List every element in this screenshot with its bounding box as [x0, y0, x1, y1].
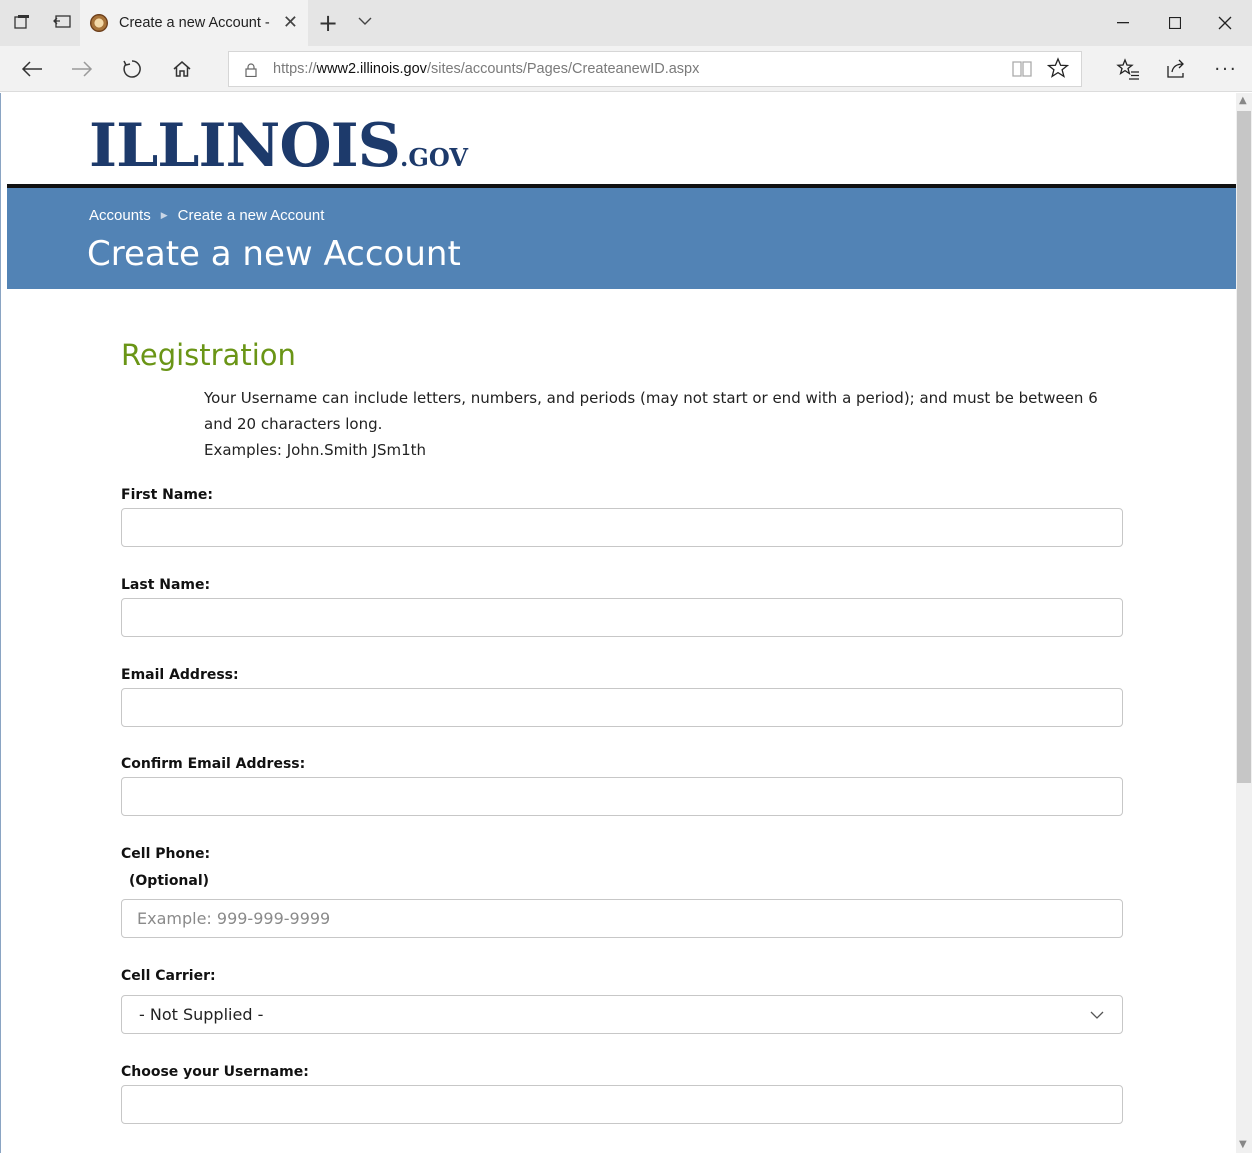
first-name-input[interactable] — [121, 508, 1123, 547]
tab-actions-icon[interactable] — [12, 12, 32, 32]
cell-carrier-selected-value: - Not Supplied - — [139, 1005, 264, 1024]
reading-view-icon[interactable] — [1011, 59, 1033, 84]
illinois-gov-logo[interactable]: ILLINOIS.GOV — [89, 111, 468, 181]
maximize-icon[interactable] — [1150, 0, 1200, 46]
page-scrollbar[interactable]: ▲ ▼ — [1236, 93, 1252, 1153]
forward-icon[interactable] — [68, 56, 96, 82]
email-input[interactable] — [121, 688, 1123, 727]
last-name-label: Last Name: — [121, 577, 211, 593]
close-tab-icon[interactable]: ✕ — [283, 13, 298, 33]
registration-heading: Registration — [121, 338, 296, 372]
more-options-icon[interactable]: ··· — [1212, 56, 1240, 82]
email-label: Email Address: — [121, 667, 239, 683]
tab-create-account[interactable]: Create a new Account - ✕ — [80, 0, 308, 46]
favorites-icon[interactable] — [1114, 56, 1142, 82]
username-examples-text: Examples: John.Smith JSm1th — [204, 441, 427, 459]
favorite-star-icon[interactable] — [1046, 57, 1070, 84]
first-name-label: First Name: — [121, 487, 214, 503]
page-banner: Accounts ▶ Create a new Account Create a… — [7, 188, 1236, 289]
address-bar[interactable]: https://www2.illinois.gov/sites/accounts… — [228, 51, 1082, 87]
back-icon[interactable] — [18, 56, 46, 82]
refresh-icon[interactable] — [118, 56, 146, 82]
breadcrumb-accounts-link[interactable]: Accounts — [89, 207, 151, 224]
breadcrumb-current-page[interactable]: Create a new Account — [178, 207, 325, 224]
page-viewport: ILLINOIS.GOV Accounts ▶ Create a new Acc… — [0, 93, 1236, 1153]
illinois-seal-icon — [90, 14, 108, 32]
cell-phone-input[interactable] — [121, 899, 1123, 938]
confirm-email-label: Confirm Email Address: — [121, 756, 306, 772]
breadcrumb: Accounts ▶ Create a new Account — [89, 207, 324, 224]
username-rules-text: Your Username can include letters, numbe… — [204, 389, 1098, 433]
page-title: Create a new Account — [87, 234, 461, 274]
tab-title: Create a new Account - — [119, 15, 270, 31]
username-label: Choose your Username: — [121, 1064, 309, 1080]
browser-window: Create a new Account - ✕ + https://www2.… — [0, 0, 1252, 1153]
cell-carrier-select[interactable]: - Not Supplied - — [121, 995, 1123, 1034]
navigation-bar: https://www2.illinois.gov/sites/accounts… — [0, 46, 1252, 92]
url-text: https://www2.illinois.gov/sites/accounts… — [273, 61, 700, 77]
breadcrumb-separator-icon: ▶ — [160, 210, 168, 220]
username-input[interactable] — [121, 1085, 1123, 1124]
title-bar: Create a new Account - ✕ + — [0, 0, 1252, 46]
cell-carrier-label: Cell Carrier: — [121, 968, 216, 984]
lock-icon — [245, 63, 257, 77]
scroll-up-icon[interactable]: ▲ — [1239, 95, 1247, 106]
cell-phone-optional-label: (Optional) — [129, 873, 210, 889]
cell-phone-label: Cell Phone: — [121, 846, 211, 862]
close-window-icon[interactable] — [1200, 0, 1250, 46]
scrollbar-thumb[interactable] — [1237, 111, 1251, 783]
confirm-email-input[interactable] — [121, 777, 1123, 816]
last-name-input[interactable] — [121, 598, 1123, 637]
username-instructions: Your Username can include letters, numbe… — [204, 385, 1124, 463]
chevron-down-icon[interactable] — [356, 12, 374, 30]
chevron-down-icon — [1090, 1011, 1104, 1019]
new-tab-icon[interactable]: + — [318, 9, 338, 37]
share-icon[interactable] — [1162, 56, 1190, 82]
scroll-down-icon[interactable]: ▼ — [1239, 1139, 1247, 1150]
minimize-icon[interactable] — [1098, 0, 1148, 46]
tabs-aside-icon[interactable] — [52, 12, 72, 32]
home-icon[interactable] — [168, 56, 196, 82]
